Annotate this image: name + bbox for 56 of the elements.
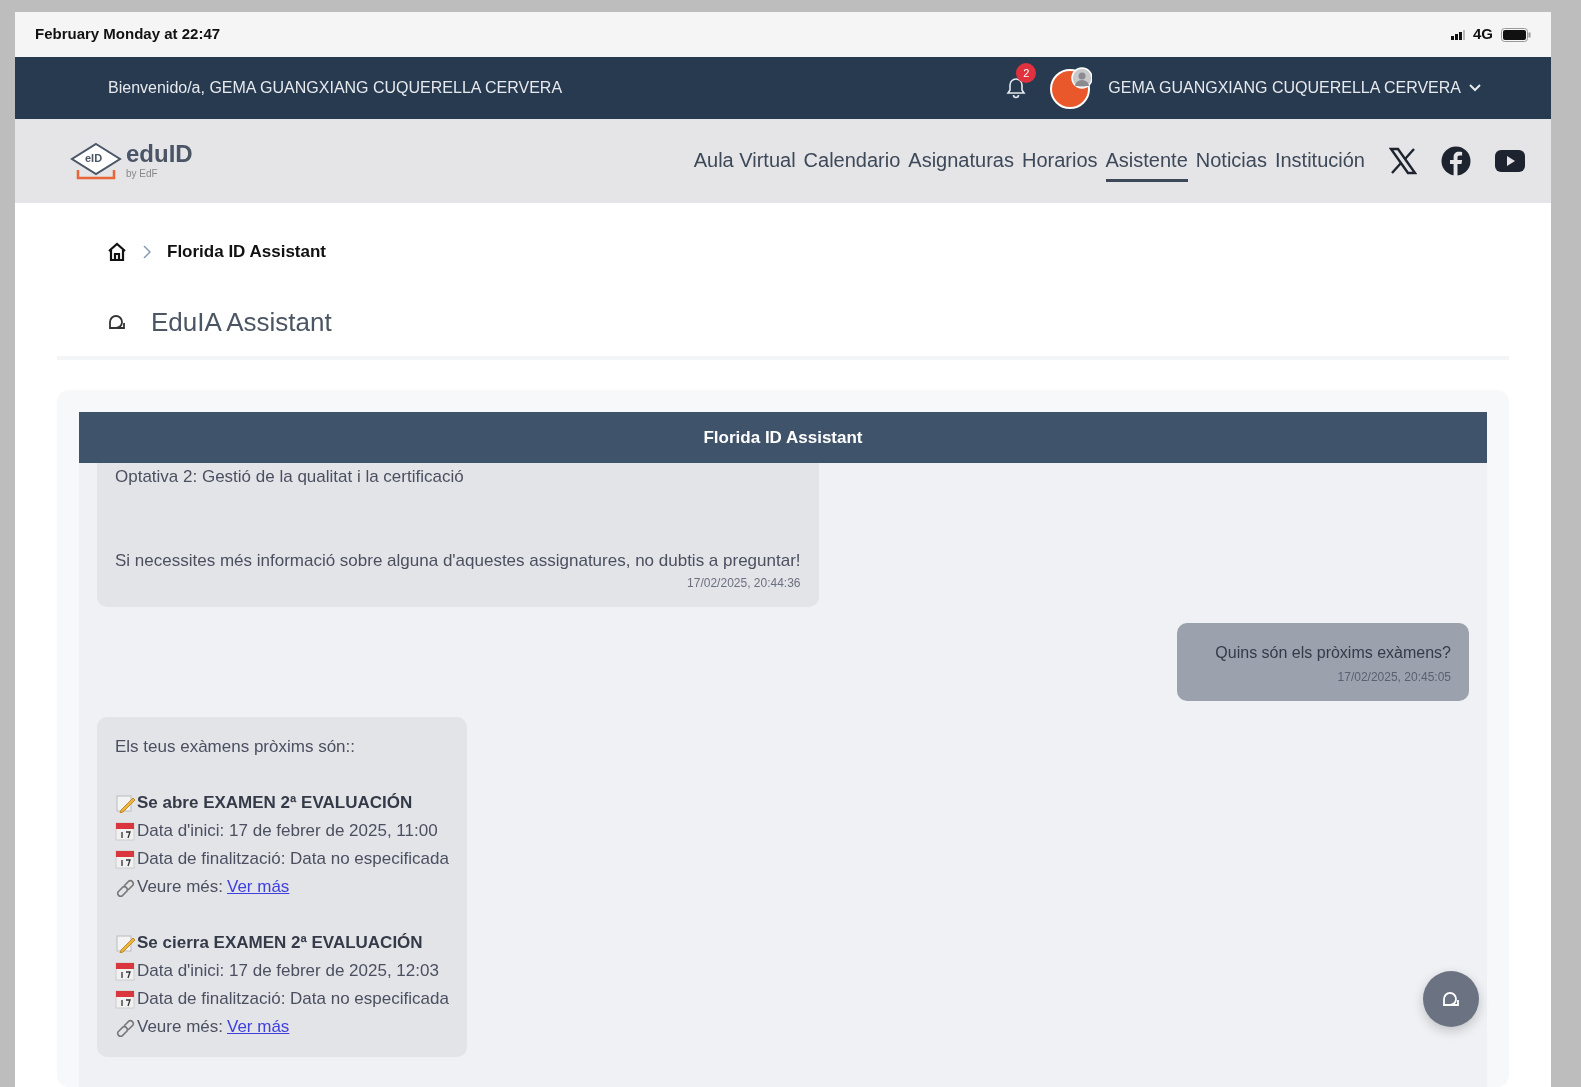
chevron-down-icon[interactable] xyxy=(1469,84,1481,92)
battery-icon xyxy=(1501,27,1531,42)
notification-badge: 2 xyxy=(1016,63,1037,83)
memo-pencil-icon xyxy=(115,933,137,953)
bell-icon[interactable] xyxy=(1006,77,1027,99)
exam-link[interactable]: Ver más xyxy=(227,1013,290,1041)
calendar-icon xyxy=(115,821,137,841)
message-timestamp: 17/02/2025, 20:44:36 xyxy=(686,575,801,591)
chat-button[interactable] xyxy=(1423,971,1479,1027)
exam-title: Se cierra EXAMEN 2ª EVALUACIÓN xyxy=(137,932,423,954)
nav-link[interactable]: Asignaturas xyxy=(908,140,1014,182)
home-icon[interactable] xyxy=(107,241,127,262)
x-logo-icon[interactable] xyxy=(1389,147,1417,175)
message-text: Els teus exàmens pròxims són:: xyxy=(115,736,356,758)
network-label: 4G xyxy=(1473,24,1493,45)
nav-link[interactable]: Horarios xyxy=(1021,140,1098,182)
chat-bubbles-icon xyxy=(1441,990,1461,1008)
status-time: February Monday at 22:47 xyxy=(35,24,221,45)
breadcrumb-current: Florida ID Assistant xyxy=(167,241,326,263)
logo-badge-text: eID xyxy=(85,151,103,166)
logo-icon xyxy=(70,140,122,182)
exam-date: Data d'inici: 17 de febrer de 2025, 12:03 xyxy=(137,960,439,982)
more-label: Veure més: xyxy=(137,1016,223,1038)
video-play-icon[interactable] xyxy=(1495,150,1525,172)
link-icon xyxy=(115,877,137,897)
chat-header: Florida ID Assistant xyxy=(79,411,1487,463)
chevron-right-icon xyxy=(143,244,151,259)
exam-date: Data d'inici: 17 de febrer de 2025, 11:00 xyxy=(137,820,438,842)
brand-tagline: by EdF xyxy=(126,166,159,181)
welcome-text: Bienvenido/a, GEMA GUANGXIANG CUQUERELLA CERVERA xyxy=(108,78,563,98)
message-timestamp: 17/02/2025, 20:45:05 xyxy=(1336,669,1451,685)
user-name[interactable]: GEMA GUANGXIANG CUQUERELLA CERVERA xyxy=(1108,76,1461,100)
nav-link[interactable]: Calendario xyxy=(803,140,901,182)
facebook-icon[interactable] xyxy=(1441,146,1471,176)
exam-title: Se abre EXAMEN 2ª EVALUACIÓN xyxy=(137,792,413,814)
exam-date: Data de finalització: Data no especificada xyxy=(137,848,449,870)
link-icon xyxy=(115,1017,137,1037)
memo-pencil-icon xyxy=(115,793,137,813)
calendar-icon xyxy=(115,849,137,869)
more-label: Veure més: xyxy=(137,876,223,898)
message-text: Optativa 2: Gestió de la qualitat i la certificació xyxy=(115,466,465,488)
message-text: Si necessites més informació sobre alguna d'aquestes assignatures, no dubtis a preguntar! xyxy=(115,550,801,572)
calendar-icon xyxy=(115,989,137,1009)
signal-icon xyxy=(1451,29,1465,40)
nav-link[interactable]: Institución xyxy=(1274,140,1365,182)
nav-link[interactable]: Aula Virtual xyxy=(693,140,796,182)
nav-link[interactable]: Asistente xyxy=(1105,140,1188,182)
page-title: EduIA Assistant xyxy=(151,305,332,339)
nav-link[interactable]: Noticias xyxy=(1195,140,1267,182)
exam-date: Data de finalització: Data no especificada xyxy=(137,988,449,1010)
brand-name: eduID xyxy=(126,141,193,166)
avatar-icon xyxy=(1050,67,1093,109)
chat-bubbles-icon xyxy=(107,313,127,331)
calendar-icon xyxy=(115,961,137,981)
exam-link[interactable]: Ver más xyxy=(227,873,290,901)
message-text: Quins són els pròxims exàmens? xyxy=(1214,643,1451,663)
